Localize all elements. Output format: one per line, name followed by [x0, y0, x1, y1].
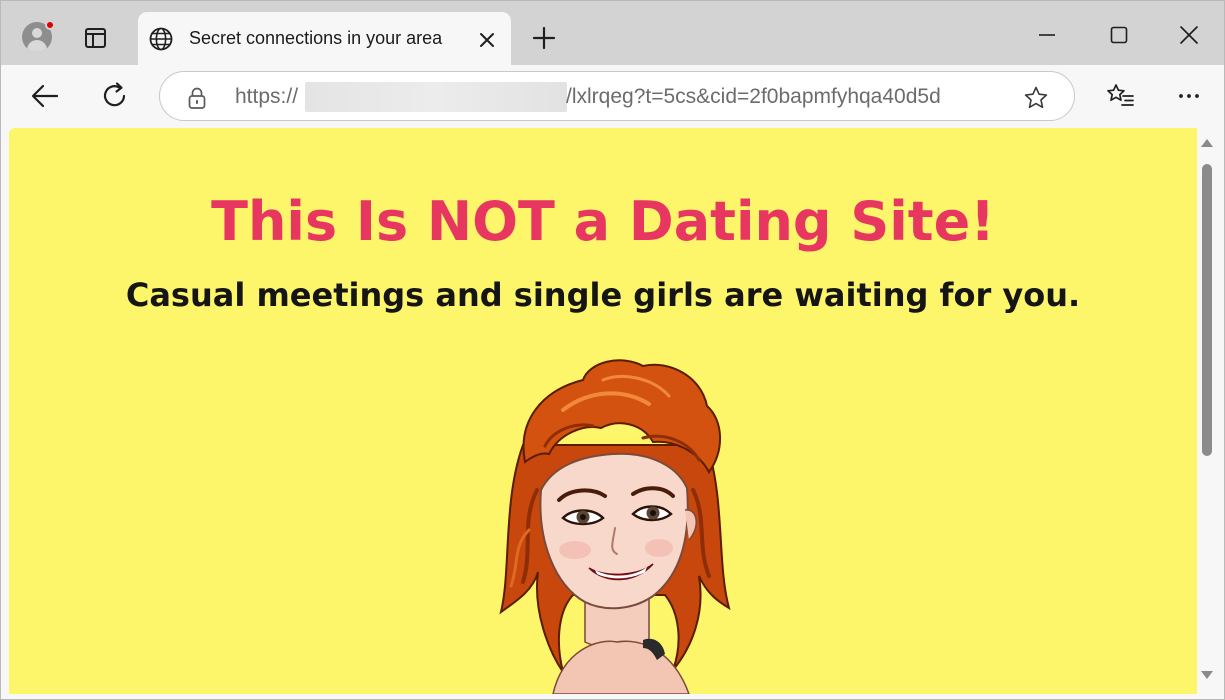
plus-icon — [532, 26, 556, 50]
address-bar[interactable]: https:// /lxlrqeg?t=5cs&cid=2f0bapmfyhqa… — [159, 71, 1075, 121]
url-scheme: https:// — [235, 85, 299, 108]
url-host-redacted — [305, 82, 567, 112]
refresh-button[interactable] — [97, 79, 133, 113]
tab-actions-icon — [85, 28, 106, 48]
tab-close-button[interactable] — [472, 25, 502, 55]
scrollbar-thumb[interactable] — [1202, 164, 1212, 456]
refresh-icon — [103, 82, 126, 107]
vertical-scrollbar[interactable] — [1197, 128, 1217, 694]
minimize-button[interactable] — [1023, 19, 1071, 51]
active-tab[interactable]: Secret connections in your area — [138, 12, 511, 65]
star-icon — [1024, 86, 1048, 109]
new-tab-button[interactable] — [527, 21, 561, 55]
url-path: /lxlrqeg?t=5cs&cid=2f0bapmfyhqa40d5d — [566, 85, 941, 108]
add-favorite-button[interactable] — [1022, 84, 1050, 112]
close-icon — [480, 33, 494, 47]
tab-actions-button[interactable] — [80, 23, 110, 53]
notification-dot — [45, 20, 55, 30]
navigation-toolbar: https:// /lxlrqeg?t=5cs&cid=2f0bapmfyhqa… — [1, 65, 1224, 127]
maximize-button[interactable] — [1095, 19, 1143, 51]
page-headline: This Is NOT a Dating Site! — [211, 190, 995, 253]
scroll-up-arrow-icon[interactable] — [1201, 139, 1213, 147]
lock-icon[interactable] — [186, 86, 208, 110]
minimize-icon — [1039, 34, 1055, 36]
hero-illustration — [493, 350, 733, 694]
close-icon — [1180, 26, 1198, 44]
browser-window: Secret connections in your area https://… — [0, 0, 1225, 700]
settings-more-button[interactable] — [1171, 79, 1207, 113]
maximize-icon — [1110, 26, 1128, 44]
back-arrow-icon — [31, 84, 59, 108]
profile-button[interactable] — [18, 18, 56, 56]
page-viewport: This Is NOT a Dating Site! Casual meetin… — [9, 128, 1217, 694]
favorites-button[interactable] — [1102, 79, 1138, 113]
favorites-icon — [1107, 84, 1134, 106]
scroll-down-arrow-icon[interactable] — [1201, 671, 1213, 679]
back-button[interactable] — [27, 79, 63, 113]
window-close-button[interactable] — [1165, 19, 1213, 51]
globe-icon — [148, 26, 174, 52]
tab-title: Secret connections in your area — [189, 28, 443, 48]
tab-strip: Secret connections in your area — [1, 1, 1224, 65]
page-subheadline: Casual meetings and single girls are wai… — [125, 276, 1081, 314]
more-icon — [1179, 94, 1199, 98]
